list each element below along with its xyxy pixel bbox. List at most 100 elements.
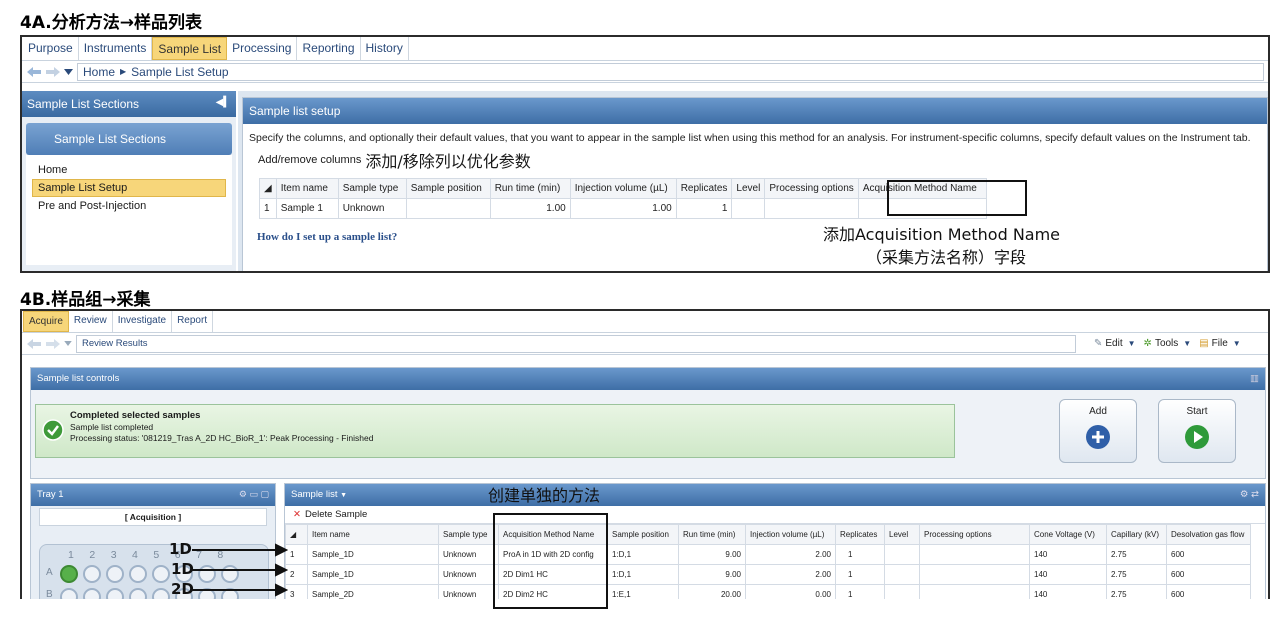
table-cell[interactable]: 1 xyxy=(835,544,885,565)
forward-arrow-icon[interactable] xyxy=(45,338,61,350)
table-cell[interactable]: 2.75 xyxy=(1106,584,1167,599)
table-cell[interactable]: Unknown xyxy=(438,564,499,585)
tab-reporting[interactable]: Reporting xyxy=(297,37,361,60)
tray-well[interactable] xyxy=(152,565,170,583)
tab-report[interactable]: Report xyxy=(172,311,214,332)
table-cell[interactable]: 140 xyxy=(1029,564,1107,585)
chevron-down-icon[interactable] xyxy=(64,68,73,75)
breadcrumb-current[interactable]: Sample List Setup xyxy=(131,65,228,79)
table-cell[interactable] xyxy=(405,198,491,219)
tray-well[interactable] xyxy=(129,565,147,583)
tray-well[interactable] xyxy=(106,588,124,599)
column-header[interactable]: Injection volume (µL) xyxy=(569,178,677,199)
back-arrow-icon[interactable] xyxy=(26,66,42,78)
table-cell[interactable] xyxy=(884,544,920,565)
section-item-home[interactable]: Home xyxy=(26,161,232,179)
table-cell[interactable]: Unknown xyxy=(438,544,499,565)
table-cell[interactable]: 9.00 xyxy=(678,564,746,585)
column-header[interactable]: Replicates xyxy=(835,524,885,545)
table-cell[interactable]: 1:E,1 xyxy=(607,584,679,599)
tab-acquire[interactable]: Acquire xyxy=(23,311,69,332)
forward-arrow-icon[interactable] xyxy=(45,66,61,78)
table-cell[interactable]: Sample_1D xyxy=(307,564,439,585)
tray-well[interactable] xyxy=(129,588,147,599)
table-cell[interactable]: Sample 1 xyxy=(275,198,339,219)
column-header[interactable]: Sample type xyxy=(337,178,407,199)
tray-well[interactable] xyxy=(83,565,101,583)
column-header[interactable]: Injection volume (µL) xyxy=(745,524,836,545)
table-cell[interactable] xyxy=(919,584,1030,599)
table-row[interactable]: 2 Sample_1D Unknown 2D Dim1 HC 1:D,1 9.0… xyxy=(285,564,1251,585)
table-cell[interactable] xyxy=(919,544,1030,565)
tab-purpose[interactable]: Purpose xyxy=(23,37,79,60)
tray-well[interactable] xyxy=(83,588,101,599)
section-item-pre-post-injection[interactable]: Pre and Post-Injection xyxy=(26,197,232,215)
table-row[interactable]: 1 Sample_1D Unknown ProA in 1D with 2D c… xyxy=(285,544,1251,565)
column-header[interactable]: Sample type xyxy=(438,524,499,545)
column-header[interactable]: Processing options xyxy=(919,524,1030,545)
sample-list-menu[interactable]: Sample list ▼ xyxy=(291,489,347,501)
table-cell[interactable]: 1 xyxy=(675,198,733,219)
delete-sample-button[interactable]: ✕ Delete Sample xyxy=(293,509,367,520)
column-header[interactable]: Replicates xyxy=(675,178,733,199)
pin-icon[interactable]: ▥ xyxy=(1250,373,1259,385)
back-arrow-icon[interactable] xyxy=(26,338,42,350)
tray-well[interactable] xyxy=(106,565,124,583)
section-item-sample-list-setup[interactable]: Sample List Setup xyxy=(32,179,226,197)
collapse-icon[interactable]: ◀▍ xyxy=(216,97,231,111)
tab-review[interactable]: Review xyxy=(69,311,113,332)
column-header[interactable]: Sample position xyxy=(405,178,491,199)
tray-well-selected[interactable] xyxy=(60,565,78,583)
table-cell[interactable]: 140 xyxy=(1029,584,1107,599)
tab-investigate[interactable]: Investigate xyxy=(113,311,173,332)
table-cell[interactable]: 2.00 xyxy=(745,564,836,585)
tab-history[interactable]: History xyxy=(361,37,409,60)
table-cell[interactable]: 2.75 xyxy=(1106,544,1167,565)
table-cell[interactable]: 1 xyxy=(835,584,885,599)
table-cell[interactable] xyxy=(764,198,859,219)
add-button[interactable]: Add xyxy=(1059,399,1137,463)
table-cell[interactable] xyxy=(731,198,766,219)
tray-well[interactable] xyxy=(60,588,78,599)
table-cell[interactable]: 140 xyxy=(1029,544,1107,565)
table-cell[interactable]: 2.00 xyxy=(745,544,836,565)
start-button[interactable]: Start xyxy=(1158,399,1236,463)
column-header[interactable]: Sample position xyxy=(607,524,679,545)
table-cell[interactable]: 1.00 xyxy=(569,198,677,219)
tools-button[interactable]: ✲ Tools ▼ xyxy=(1144,338,1192,349)
table-cell[interactable]: 600 xyxy=(1166,584,1251,599)
settings-icon[interactable]: ⚙ ⇄ xyxy=(1240,489,1259,501)
tab-sample-list[interactable]: Sample List xyxy=(152,37,228,60)
breadcrumb-home[interactable]: Home xyxy=(83,65,115,79)
file-button[interactable]: ▤ File ▼ xyxy=(1199,338,1241,349)
column-header[interactable]: Cone Voltage (V) xyxy=(1029,524,1107,545)
chevron-down-icon[interactable] xyxy=(64,341,72,346)
table-cell[interactable]: 2.75 xyxy=(1106,564,1167,585)
breadcrumb-review-results[interactable]: Review Results xyxy=(82,338,147,349)
table-cell[interactable]: 600 xyxy=(1166,564,1251,585)
column-header[interactable]: Capillary (kV) xyxy=(1106,524,1167,545)
column-header[interactable]: Run time (min) xyxy=(678,524,746,545)
column-header[interactable]: Level xyxy=(731,178,766,199)
table-cell[interactable] xyxy=(884,584,920,599)
tray-well[interactable] xyxy=(152,588,170,599)
column-header[interactable]: Level xyxy=(884,524,920,545)
table-cell[interactable]: 9.00 xyxy=(678,544,746,565)
column-header[interactable]: Item name xyxy=(307,524,439,545)
table-cell[interactable] xyxy=(919,564,1030,585)
table-cell[interactable]: 1.00 xyxy=(489,198,571,219)
column-header[interactable]: Run time (min) xyxy=(489,178,571,199)
table-cell[interactable]: Sample_1D xyxy=(307,544,439,565)
table-cell[interactable]: 1:D,1 xyxy=(607,544,679,565)
table-cell[interactable]: 1 xyxy=(835,564,885,585)
column-header[interactable]: Processing options xyxy=(764,178,859,199)
table-cell[interactable]: 20.00 xyxy=(678,584,746,599)
tab-instruments[interactable]: Instruments xyxy=(79,37,153,60)
edit-button[interactable]: ✎ Edit ▼ xyxy=(1094,338,1136,349)
table-cell[interactable]: 1:D,1 xyxy=(607,564,679,585)
tray-window-controls-icon[interactable]: ⚙ ▭ ▢ xyxy=(239,489,269,501)
table-cell[interactable] xyxy=(884,564,920,585)
table-cell[interactable]: 0.00 xyxy=(745,584,836,599)
table-cell[interactable]: Sample_2D xyxy=(307,584,439,599)
column-header[interactable]: Desolvation gas flow xyxy=(1166,524,1251,545)
